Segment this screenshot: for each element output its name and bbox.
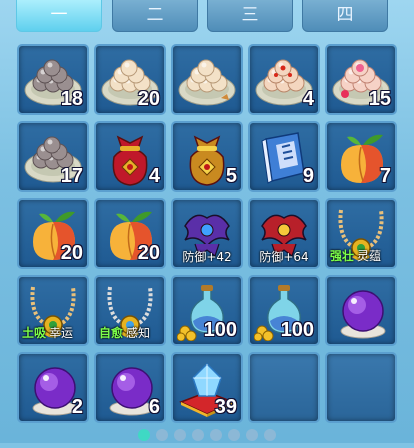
inventory-slot[interactable]: 4: [94, 121, 166, 192]
inventory-slot[interactable]: 5: [171, 121, 243, 192]
affix-tag: 土吸: [22, 326, 47, 340]
item-count: 5: [225, 165, 237, 187]
inventory-slot[interactable]: 18: [17, 44, 89, 115]
item-attribute: 防御+64: [259, 250, 309, 264]
page-dot[interactable]: [138, 429, 150, 441]
page-dot[interactable]: [264, 429, 276, 441]
item-count: 20: [137, 88, 160, 110]
tab-2[interactable]: 二: [112, 0, 198, 32]
item-affix: 强壮 灵蕴: [330, 247, 381, 264]
inventory-slot[interactable]: 20: [94, 44, 166, 115]
affix-text: 幸运: [49, 326, 74, 340]
inventory-slot[interactable]: 土吸 幸运: [17, 275, 89, 346]
inventory-slot[interactable]: [248, 352, 320, 423]
inventory-slot[interactable]: 100: [248, 275, 320, 346]
affix-text: 灵蕴: [357, 249, 382, 263]
inventory-slot[interactable]: 防御+64: [248, 198, 320, 269]
item-count: 4: [148, 165, 160, 187]
tab-4[interactable]: 四: [302, 0, 388, 32]
item-count: 15: [368, 88, 391, 110]
item-count: 17: [60, 165, 83, 187]
inventory-slot[interactable]: 7: [325, 121, 397, 192]
item-count: 7: [379, 165, 391, 187]
tab-3[interactable]: 三: [207, 0, 293, 32]
item-count: 100: [280, 319, 314, 341]
item-count: 100: [203, 319, 237, 341]
item-count: 20: [60, 242, 83, 264]
item-count: 20: [137, 242, 160, 264]
inventory-slot[interactable]: [171, 44, 243, 115]
page-dot[interactable]: [174, 429, 186, 441]
page-dot[interactable]: [210, 429, 222, 441]
inventory-slot[interactable]: 100: [171, 275, 243, 346]
affix-tag: 强壮: [330, 249, 355, 263]
inventory-slot[interactable]: 20: [94, 198, 166, 269]
inventory-slot[interactable]: 20: [17, 198, 89, 269]
inventory-slot[interactable]: 17: [17, 121, 89, 192]
inventory-slot[interactable]: 9: [248, 121, 320, 192]
item-affix: 土吸 幸运: [22, 324, 73, 341]
inventory-slot[interactable]: 4: [248, 44, 320, 115]
item-count: 4: [302, 88, 314, 110]
inventory-slot[interactable]: 防御+42: [171, 198, 243, 269]
inventory-grid: 18 20 4 15 17 4 5 9 7 20 20 防御+42 防御+64 强壮 灵蕴土吸 幸运 自愈 感知 1…: [17, 44, 401, 427]
inventory-slot[interactable]: 2: [17, 352, 89, 423]
item-count: 6: [148, 396, 160, 418]
page-dot[interactable]: [156, 429, 168, 441]
purple-orb-icon: [331, 281, 391, 341]
item-count: 18: [60, 88, 83, 110]
category-tabs: 一 二 三 四: [0, 0, 414, 36]
inventory-slot[interactable]: [325, 352, 397, 423]
page-dot[interactable]: [246, 429, 258, 441]
inventory-slot[interactable]: 自愈 感知: [94, 275, 166, 346]
inventory-slot[interactable]: [325, 275, 397, 346]
tab-1[interactable]: 一: [16, 0, 102, 32]
item-attribute: 防御+42: [182, 250, 232, 264]
affix-tag: 自愈: [99, 326, 124, 340]
item-count: 2: [71, 396, 83, 418]
item-affix: 自愈 感知: [99, 324, 150, 341]
page-indicator: [0, 429, 414, 443]
inventory-slot[interactable]: 强壮 灵蕴: [325, 198, 397, 269]
inventory-slot[interactable]: 6: [94, 352, 166, 423]
item-count: 39: [214, 396, 237, 418]
affix-text: 感知: [126, 326, 151, 340]
item-count: 9: [302, 165, 314, 187]
inventory-slot[interactable]: 39: [171, 352, 243, 423]
page-dot[interactable]: [228, 429, 240, 441]
inventory-slot[interactable]: 15: [325, 44, 397, 115]
cream-dumpling-plate-icon: [177, 50, 237, 110]
page-dot[interactable]: [192, 429, 204, 441]
